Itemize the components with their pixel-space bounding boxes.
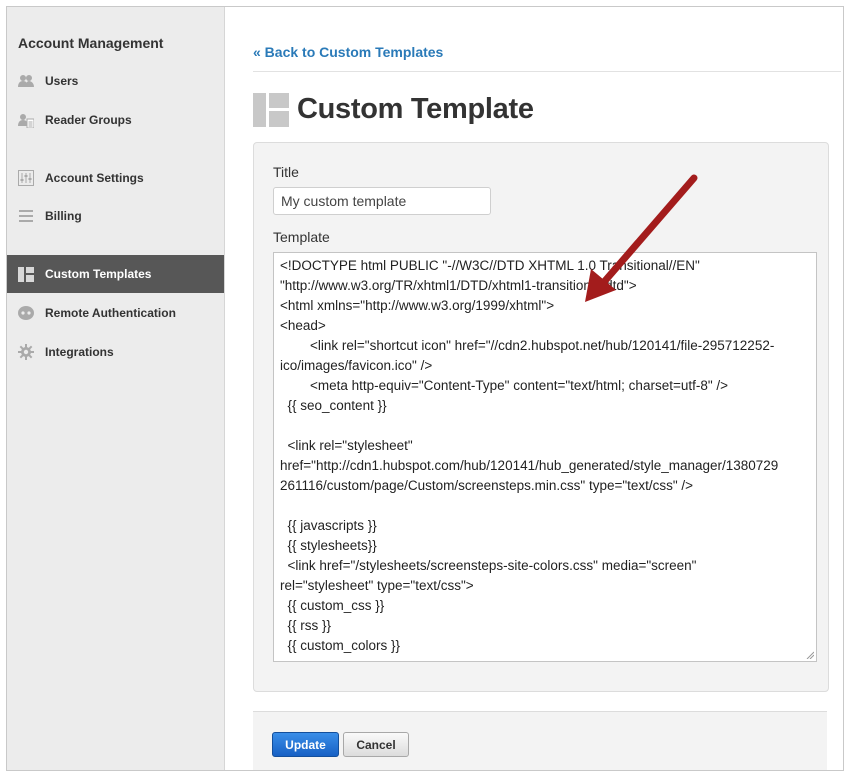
sidebar-item-label: Reader Groups bbox=[45, 113, 132, 127]
template-code-line: <head> bbox=[280, 318, 326, 333]
reader-groups-icon bbox=[18, 112, 34, 128]
template-code-line: {{ javascripts }} bbox=[280, 518, 377, 533]
template-code-line bbox=[280, 416, 810, 436]
layout-icon bbox=[253, 93, 289, 127]
template-code-line bbox=[280, 496, 810, 516]
sidebar-item-remote-authentication[interactable]: Remote Authentication bbox=[7, 294, 224, 332]
template-code-line: <link rel="stylesheet" bbox=[280, 438, 413, 453]
template-code-line: <link href="/stylesheets/screensteps-sit… bbox=[280, 558, 697, 573]
form-actions-bar: Update Cancel bbox=[253, 711, 827, 770]
template-code-line: {{ seo_content }} bbox=[280, 398, 387, 413]
sidebar-heading: Account Management bbox=[18, 35, 164, 51]
template-textarea[interactable]: <!DOCTYPE html PUBLIC "-//W3C//DTD XHTML… bbox=[273, 252, 817, 662]
layout-icon bbox=[18, 266, 34, 282]
update-button[interactable]: Update bbox=[272, 732, 339, 757]
sidebar-item-label: Account Settings bbox=[45, 171, 144, 185]
cancel-button[interactable]: Cancel bbox=[343, 732, 409, 757]
sidebar: Account Management Users Reader Groups A… bbox=[7, 7, 225, 770]
sidebar-item-billing[interactable]: Billing bbox=[7, 197, 224, 235]
template-code-line: {{ rss }} bbox=[280, 618, 332, 633]
list-icon bbox=[18, 208, 34, 224]
sidebar-item-custom-templates[interactable]: Custom Templates bbox=[7, 255, 224, 293]
template-code-line: <html xmlns="http://www.w3.org/1999/xhtm… bbox=[280, 298, 555, 313]
template-code-line: <!DOCTYPE html PUBLIC "-//W3C//DTD XHTML… bbox=[280, 258, 700, 273]
main-content: « Back to Custom Templates Custom Templa… bbox=[225, 7, 843, 770]
sliders-icon bbox=[18, 170, 34, 186]
page-title: Custom Template bbox=[297, 93, 534, 125]
template-code-line: {{ custom_colors }} bbox=[280, 638, 401, 653]
sidebar-item-account-settings[interactable]: Account Settings bbox=[7, 159, 224, 197]
sidebar-item-label: Integrations bbox=[45, 345, 114, 359]
template-code-line: href="http://cdn1.hubspot.com/hub/120141… bbox=[280, 458, 779, 473]
sidebar-item-label: Remote Authentication bbox=[45, 306, 176, 320]
template-code: <!DOCTYPE html PUBLIC "-//W3C//DTD XHTML… bbox=[280, 256, 810, 656]
divider bbox=[253, 71, 841, 72]
gear-icon bbox=[18, 344, 34, 360]
template-code-line: <link rel="shortcut icon" href="//cdn2.h… bbox=[280, 338, 775, 353]
title-input[interactable] bbox=[273, 187, 491, 215]
template-code-line: 261116/custom/page/Custom/screensteps.mi… bbox=[280, 478, 694, 493]
template-code-line: ico/images/favicon.ico" /> bbox=[280, 358, 433, 373]
app-window: Account Management Users Reader Groups A… bbox=[6, 6, 844, 771]
sidebar-item-label: Custom Templates bbox=[45, 267, 152, 281]
template-code-line: {{ stylesheets}} bbox=[280, 538, 377, 553]
template-code-line: {{ custom_css }} bbox=[280, 598, 385, 613]
sidebar-item-label: Users bbox=[45, 74, 79, 88]
sidebar-item-label: Billing bbox=[45, 209, 82, 223]
title-label: Title bbox=[273, 164, 299, 180]
remote-auth-icon bbox=[18, 305, 34, 321]
template-code-line: "http://www.w3.org/TR/xhtml1/DTD/xhtml1-… bbox=[280, 278, 637, 293]
sidebar-item-reader-groups[interactable]: Reader Groups bbox=[7, 101, 224, 139]
resize-handle-icon[interactable] bbox=[806, 651, 814, 659]
sidebar-item-users[interactable]: Users bbox=[7, 62, 224, 100]
template-form-panel: Title Template <!DOCTYPE html PUBLIC "-/… bbox=[253, 142, 829, 692]
template-code-line: rel="stylesheet" type="text/css"> bbox=[280, 578, 474, 593]
sidebar-item-integrations[interactable]: Integrations bbox=[7, 333, 224, 371]
template-code-line: <meta http-equiv="Content-Type" content=… bbox=[280, 378, 729, 393]
back-to-custom-templates-link[interactable]: « Back to Custom Templates bbox=[253, 44, 443, 60]
users-icon bbox=[18, 73, 34, 89]
template-label: Template bbox=[273, 229, 330, 245]
